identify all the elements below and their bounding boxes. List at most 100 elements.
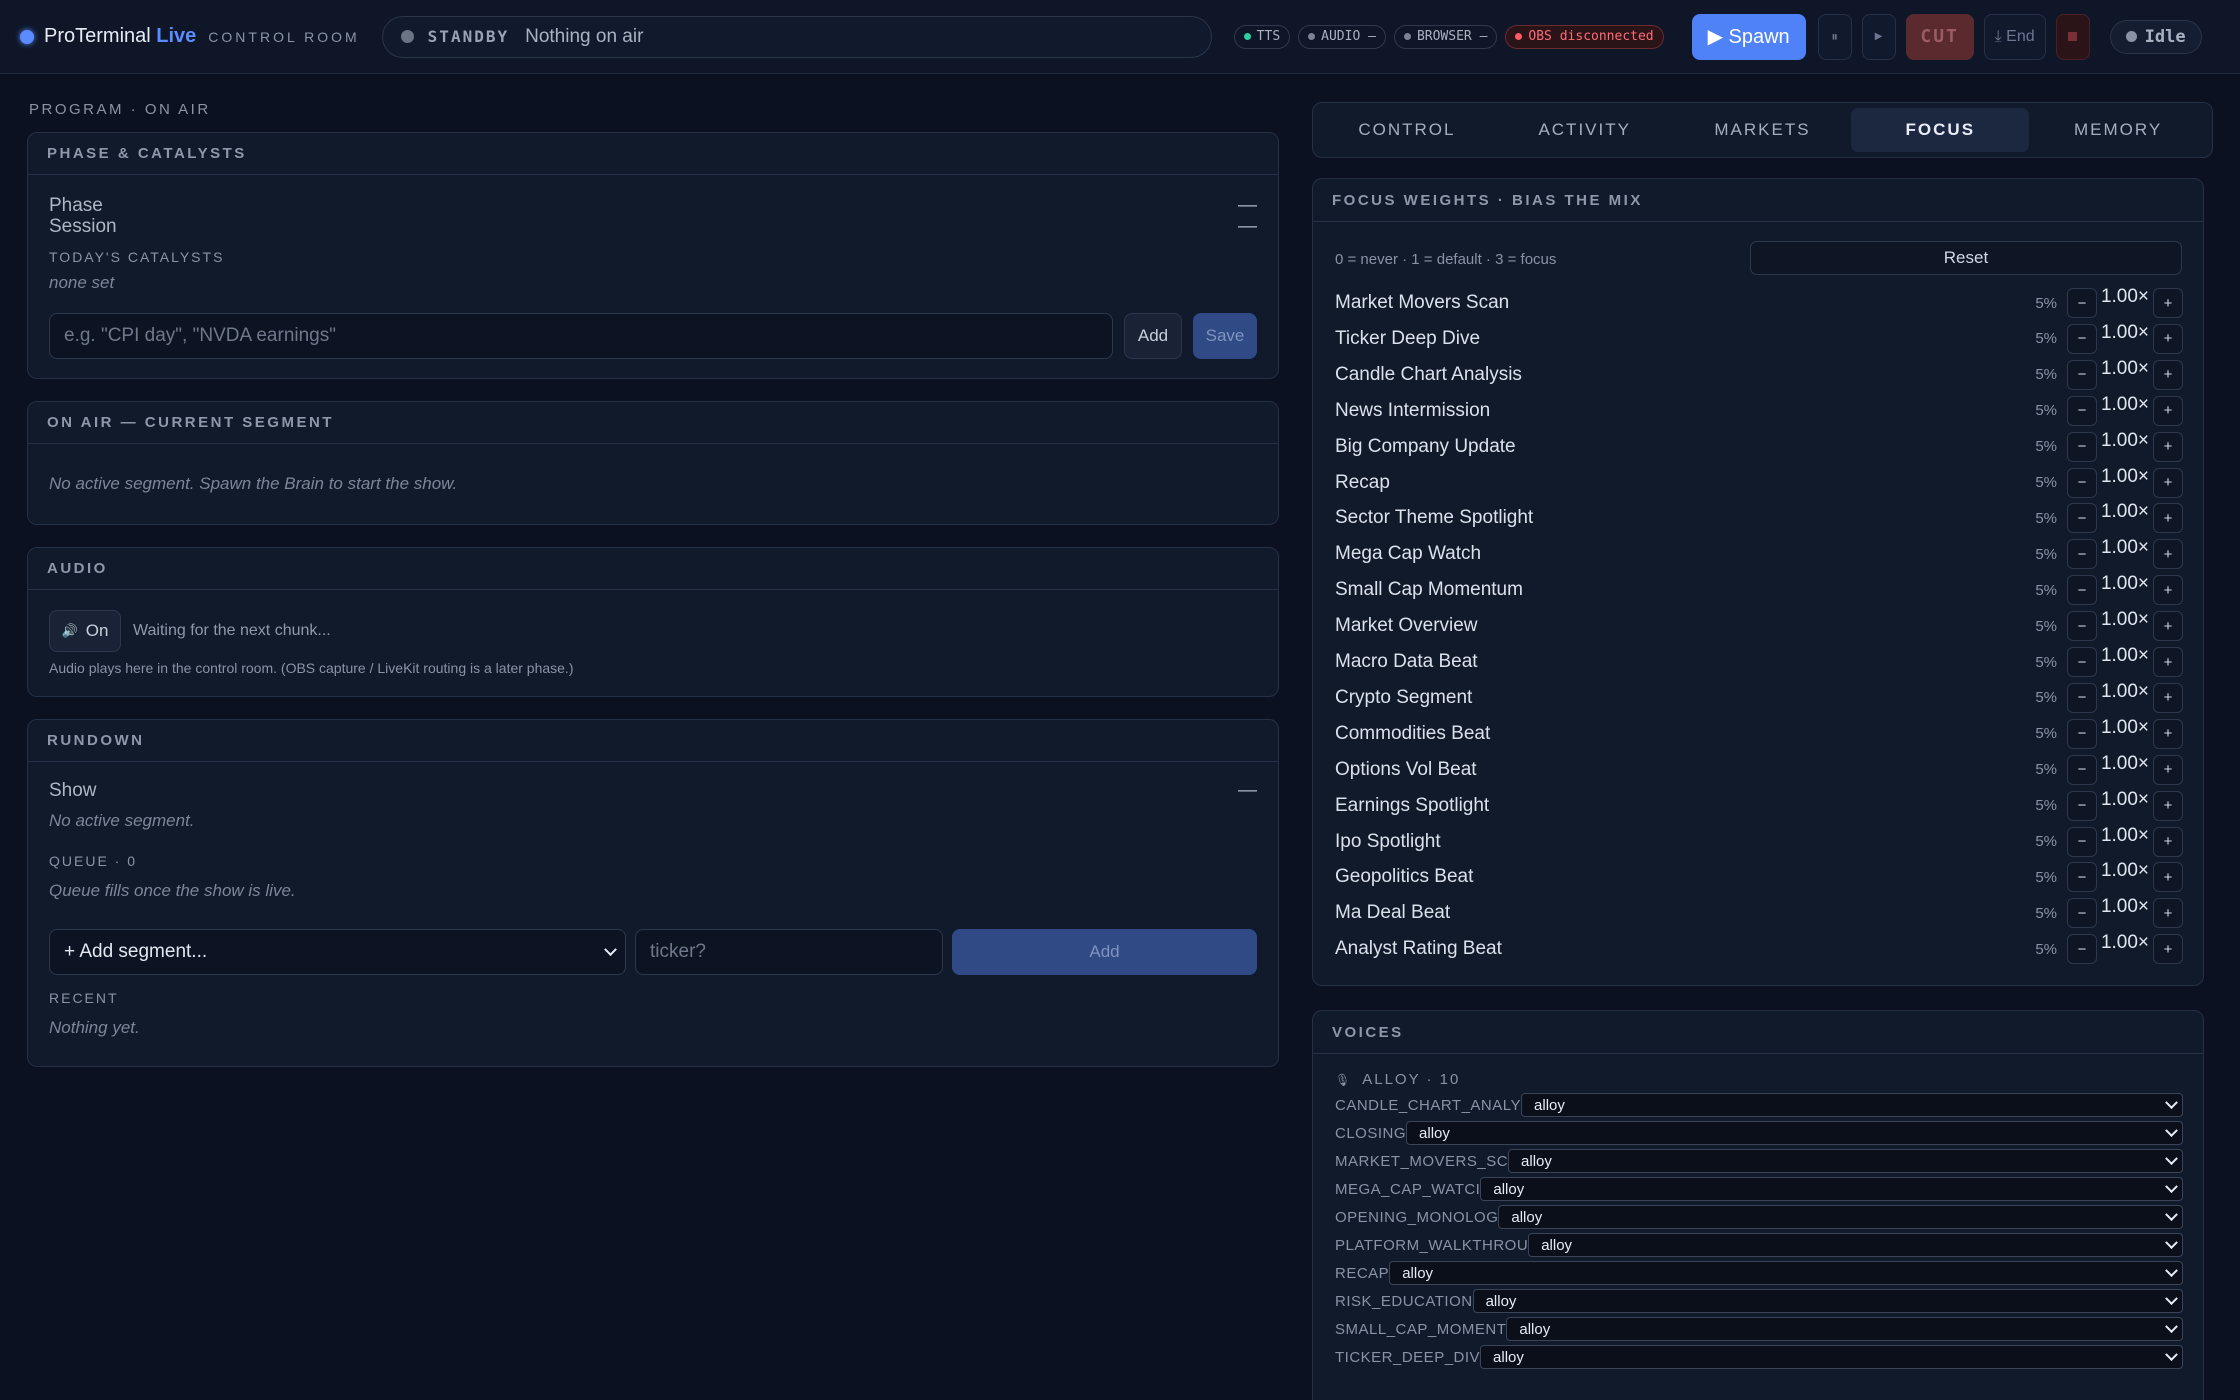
speaker-icon: 🔊 <box>61 623 78 638</box>
status-dot-icon <box>1515 33 1523 40</box>
card-title: AUDIO <box>28 548 1278 590</box>
weight-value: 1.00× <box>2100 321 2150 343</box>
decrease-weight-button[interactable]: − <box>2067 611 2097 642</box>
weight-value: 1.00× <box>2100 788 2150 810</box>
decrease-weight-button[interactable]: − <box>2067 539 2097 570</box>
weight-value: 1.00× <box>2100 286 2150 307</box>
chevron-down-icon <box>2165 1095 2178 1109</box>
app-subtitle: CONTROL ROOM <box>208 28 360 45</box>
weight-value: 1.00× <box>2100 896 2150 918</box>
top-bar: ProTerminal Live CONTROL ROOM STANDBY No… <box>0 0 2240 74</box>
focus-weight-row: Crypto Segment 5% −1.00× + <box>1335 680 2183 716</box>
increase-weight-button[interactable]: + <box>2153 467 2183 498</box>
reset-button[interactable]: Reset <box>1750 241 2182 275</box>
decrease-weight-button[interactable]: − <box>2067 682 2097 713</box>
voice-select[interactable]: alloy <box>1506 1317 2183 1341</box>
decrease-weight-button[interactable]: − <box>2067 395 2097 426</box>
tab-markets[interactable]: MARKETS <box>1674 108 1852 152</box>
microphone-icon: 🎙 <box>1335 1072 1353 1087</box>
decrease-weight-button[interactable]: − <box>2067 790 2097 821</box>
catalysts-empty-text: none set <box>49 273 115 292</box>
weight-name: Big Company Update <box>1335 435 1516 457</box>
weight-name: Analyst Rating Beat <box>1335 938 1502 960</box>
increase-weight-button[interactable]: + <box>2153 826 2183 857</box>
decrease-weight-button[interactable]: − <box>2067 503 2097 534</box>
voice-select[interactable]: alloy <box>1480 1345 2183 1369</box>
tab-control[interactable]: CONTROL <box>1318 108 1496 152</box>
spawn-button[interactable]: ▶ Spawn <box>1691 13 1806 60</box>
voice-select[interactable]: alloy <box>1528 1233 2183 1257</box>
increase-weight-button[interactable]: + <box>2153 539 2183 570</box>
increase-weight-button[interactable]: + <box>2153 611 2183 642</box>
voice-select[interactable]: alloy <box>1521 1093 2183 1117</box>
decrease-weight-button[interactable]: − <box>2067 898 2097 929</box>
add-segment-button[interactable]: Add <box>952 929 1257 975</box>
cut-button[interactable]: CUT <box>1905 13 1974 60</box>
increase-weight-button[interactable]: + <box>2153 431 2183 462</box>
decrease-weight-button[interactable]: − <box>2067 647 2097 677</box>
save-catalysts-button[interactable]: Save <box>1193 313 1257 359</box>
audio-toggle-button[interactable]: 🔊 On <box>49 610 121 652</box>
decrease-weight-button[interactable]: − <box>2067 754 2097 785</box>
decrease-weight-button[interactable]: − <box>2067 826 2097 857</box>
card-title: ON AIR — CURRENT SEGMENT <box>28 402 1278 444</box>
ticker-input[interactable]: ticker? <box>635 929 943 975</box>
increase-weight-button[interactable]: + <box>2153 503 2183 534</box>
tab-memory[interactable]: MEMORY <box>2029 108 2207 152</box>
decrease-weight-button[interactable]: − <box>2067 288 2097 318</box>
voice-select[interactable]: alloy <box>1480 1177 2183 1201</box>
increase-weight-button[interactable]: + <box>2153 323 2183 354</box>
chevron-down-icon <box>2165 1207 2178 1221</box>
tab-activity[interactable]: ACTIVITY <box>1496 108 1674 152</box>
decrease-weight-button[interactable]: − <box>2067 431 2097 462</box>
tab-focus[interactable]: FOCUS <box>1851 108 2030 152</box>
decrease-weight-button[interactable]: − <box>2067 862 2097 893</box>
obs-status-pill: OBS disconnected <box>1505 24 1664 49</box>
queue-label: QUEUE · 0 <box>49 853 138 869</box>
weight-percent: 5% <box>2035 330 2057 348</box>
weight-value: 1.00× <box>2100 860 2150 882</box>
decrease-weight-button[interactable]: − <box>2067 467 2097 498</box>
weight-percent: 5% <box>2035 402 2057 420</box>
end-button[interactable]: ⤓ End <box>1983 13 2046 60</box>
increase-weight-button[interactable]: + <box>2153 575 2183 606</box>
chevron-down-icon <box>2165 1123 2178 1137</box>
add-segment-select[interactable]: + Add segment... <box>49 929 626 975</box>
audio-status-text: Waiting for the next chunk... <box>133 622 331 639</box>
stop-button[interactable] <box>2055 13 2090 60</box>
increase-weight-button[interactable]: + <box>2153 754 2183 785</box>
increase-weight-button[interactable]: + <box>2153 862 2183 893</box>
voice-select[interactable]: alloy <box>1406 1121 2183 1145</box>
catalyst-input[interactable]: e.g. "CPI day", "NVDA earnings" <box>49 313 1113 359</box>
increase-weight-button[interactable]: + <box>2153 288 2183 318</box>
increase-weight-button[interactable]: + <box>2153 647 2183 677</box>
weight-value: 1.00× <box>2100 537 2150 559</box>
weight-value: 1.00× <box>2100 357 2150 379</box>
decrease-weight-button[interactable]: − <box>2067 575 2097 606</box>
increase-weight-button[interactable]: + <box>2153 718 2183 749</box>
increase-weight-button[interactable]: + <box>2153 790 2183 821</box>
voice-select[interactable]: alloy <box>1389 1261 2183 1285</box>
pause-button[interactable]: ⏸ <box>1817 13 1852 60</box>
chevron-down-icon <box>604 942 617 956</box>
decrease-weight-button[interactable]: − <box>2067 934 2097 965</box>
increase-weight-button[interactable]: + <box>2153 359 2183 390</box>
focus-weight-row: Earnings Spotlight 5% −1.00× + <box>1335 788 2183 824</box>
resume-button[interactable]: ▶ <box>1861 13 1896 60</box>
increase-weight-button[interactable]: + <box>2153 898 2183 929</box>
voice-row: SMALL_CAP_MOMENT alloy <box>1335 1317 2183 1341</box>
increase-weight-button[interactable]: + <box>2153 395 2183 426</box>
voice-row: CLOSING alloy <box>1335 1121 2183 1145</box>
weight-percent: 5% <box>2035 545 2057 563</box>
chevron-down-icon <box>2165 1291 2178 1305</box>
increase-weight-button[interactable]: + <box>2153 682 2183 713</box>
increase-weight-button[interactable]: + <box>2153 934 2183 965</box>
add-catalyst-button[interactable]: Add <box>1124 313 1182 359</box>
decrease-weight-button[interactable]: − <box>2067 359 2097 390</box>
voice-select[interactable]: alloy <box>1508 1149 2183 1173</box>
decrease-weight-button[interactable]: − <box>2067 323 2097 354</box>
voice-select[interactable]: alloy <box>1472 1289 2183 1313</box>
decrease-weight-button[interactable]: − <box>2067 718 2097 749</box>
weight-percent: 5% <box>2035 725 2057 743</box>
voice-select[interactable]: alloy <box>1498 1205 2183 1229</box>
